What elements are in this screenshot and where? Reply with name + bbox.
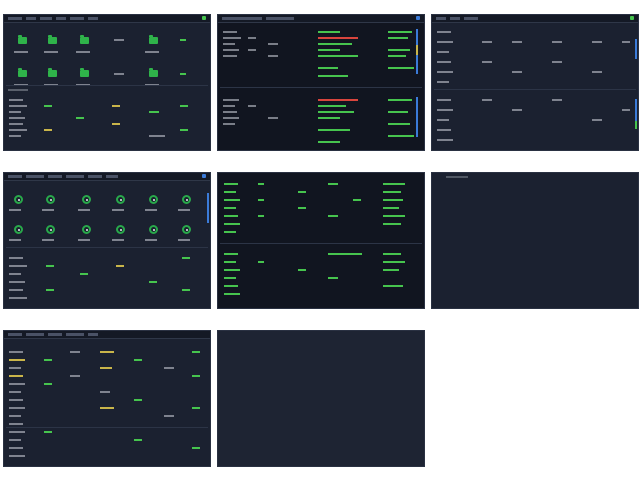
gauge-icon[interactable] [14,195,23,204]
gauge-icon[interactable] [82,195,91,204]
dashboard-thumbnail-empty[interactable] [431,172,639,309]
gauge-icon[interactable] [82,225,91,234]
folder-icon[interactable] [149,35,158,44]
dashboard-thumbnail-resource-table[interactable] [3,330,211,467]
dashboard-thumbnail-log-table[interactable] [217,14,425,151]
folder-icon[interactable] [18,68,27,77]
gauge-icon[interactable] [14,225,23,234]
folder-icon[interactable] [18,35,27,44]
toolbar [4,173,210,181]
gauge-icon[interactable] [149,225,158,234]
gauge-icon[interactable] [46,225,55,234]
dashboard-thumbnail-sparse-table[interactable] [431,14,639,151]
toolbar [4,15,210,23]
dashboard-thumbnail-file-grid[interactable] [3,14,211,151]
dashboard-thumbnail-blank[interactable] [217,330,425,467]
gauge-icon[interactable] [182,195,191,204]
folder-icon[interactable] [48,35,57,44]
folder-icon[interactable] [149,68,158,77]
gauge-icon[interactable] [116,195,125,204]
gauge-icon[interactable] [182,225,191,234]
gauge-icon[interactable] [116,225,125,234]
toolbar [432,15,638,23]
toolbar [218,15,424,23]
folder-icon[interactable] [80,35,89,44]
gauge-icon[interactable] [46,195,55,204]
folder-icon[interactable] [48,68,57,77]
folder-icon[interactable] [80,68,89,77]
dashboard-thumbnail-gauges[interactable] [3,172,211,309]
gauge-icon[interactable] [149,195,158,204]
toolbar [4,331,210,339]
dashboard-thumbnail-terminal-list[interactable] [217,172,425,309]
